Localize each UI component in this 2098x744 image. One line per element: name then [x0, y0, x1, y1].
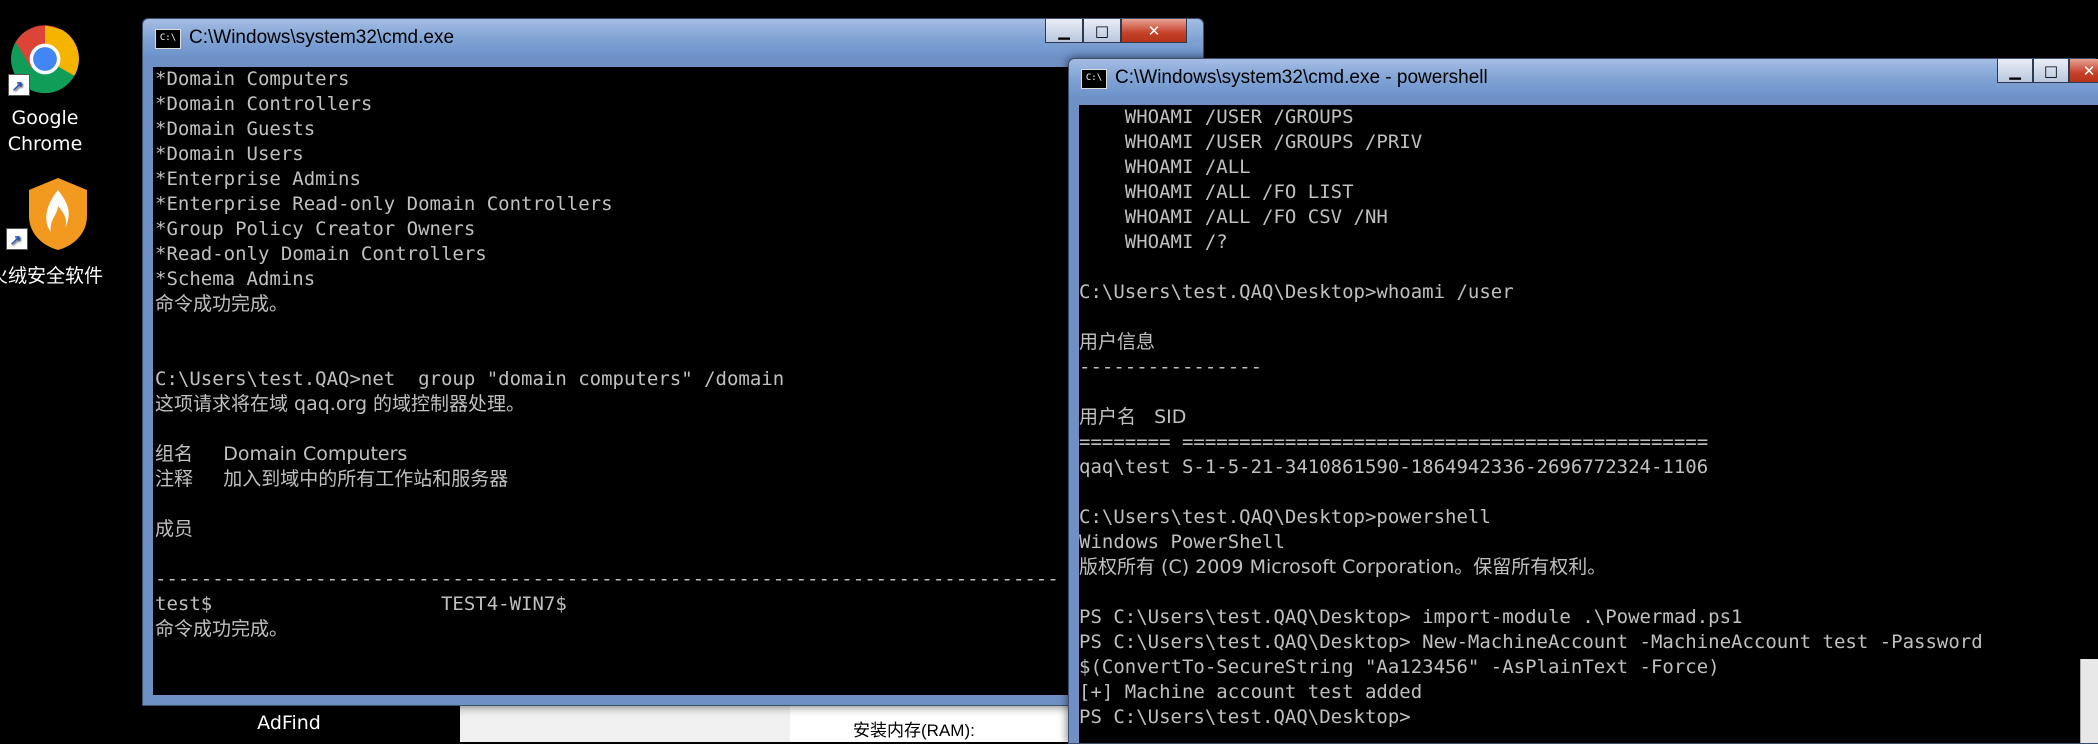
console-line: 组名 Domain Computers	[155, 443, 408, 465]
powershell-window-titlebar[interactable]: C:\ C:\Windows\system32\cmd.exe - powers…	[1069, 59, 2098, 97]
console-line: C:\Users\test.QAQ\Desktop>whoami /user	[1079, 281, 1514, 303]
console-line: qaq\test S-1-5-21-3410861590-1864942336-…	[1079, 456, 1709, 478]
console-line: *Schema Admins	[155, 268, 316, 290]
console-line: 用户信息	[1079, 331, 1156, 353]
console-app-icon: C:\	[1081, 69, 1107, 89]
console-line: PS C:\Users\test.QAQ\Desktop> New-Machin…	[1079, 631, 1983, 653]
desktop-icon-chrome-label-1: Google	[11, 107, 79, 129]
console-line: *Read-only Domain Controllers	[155, 243, 487, 265]
huorong-shield-icon	[29, 178, 87, 250]
cmd-minimize-button[interactable]: ▁	[1045, 19, 1083, 43]
shortcut-arrow-icon	[6, 227, 28, 253]
console-line: WHOAMI /?	[1079, 231, 1228, 253]
console-line: ======== ===============================…	[1079, 431, 1709, 453]
console-line: *Domain Controllers	[155, 93, 373, 115]
console-line: ----------------	[1079, 356, 1263, 378]
console-line: WHOAMI /USER /GROUPS /PRIV	[1079, 131, 1423, 153]
console-line: WHOAMI /USER /GROUPS	[1079, 106, 1354, 128]
console-line: *Enterprise Read-only Domain Controllers	[155, 193, 613, 215]
console-line: PS C:\Users\test.QAQ\Desktop>	[1079, 706, 1411, 728]
cmd-window-titlebar[interactable]: C:\ C:\Windows\system32\cmd.exe	[143, 19, 1203, 57]
powershell-console-output[interactable]: WHOAMI /USER /GROUPS WHOAMI /USER /GROUP…	[1079, 105, 2098, 743]
powershell-window[interactable]: C:\ C:\Windows\system32\cmd.exe - powers…	[1068, 58, 2098, 744]
powershell-window-title: C:\Windows\system32\cmd.exe - powershell	[1115, 67, 1488, 88]
background-window	[460, 700, 800, 742]
ps-close-button[interactable]: ✕	[2069, 59, 2098, 83]
cmd-console-output[interactable]: *Domain Computers *Domain Controllers *Dom…	[153, 67, 1203, 695]
console-line: 版权所有 (C) 2009 Microsoft Corporation。保留所有…	[1079, 556, 1607, 578]
cmd-window-title: C:\Windows\system32\cmd.exe	[189, 27, 455, 48]
console-line: 命令成功完成。	[155, 293, 289, 315]
desktop-icon-chrome[interactable]: Google Chrome	[0, 24, 90, 157]
console-line: *Group Policy Creator Owners	[155, 218, 476, 240]
console-line: Windows PowerShell	[1079, 531, 1285, 553]
console-line: C:\Users\test.QAQ\Desktop>powershell	[1079, 506, 1491, 528]
console-line: test$ TEST4-WIN7$	[155, 593, 567, 615]
console-line: $(ConvertTo-SecureString "Aa123456" -AsP…	[1079, 656, 1720, 678]
cmd-window-controls: ▁ □ ✕	[1045, 19, 1187, 45]
console-line: WHOAMI /ALL /FO LIST	[1079, 181, 1354, 203]
console-line: *Domain Guests	[155, 118, 316, 140]
ps-maximize-button[interactable]: □	[2033, 59, 2069, 83]
console-line: WHOAMI /ALL /FO CSV /NH	[1079, 206, 1388, 228]
cmd-window[interactable]: C:\ C:\Windows\system32\cmd.exe ▁ □ ✕ *D…	[142, 18, 1204, 706]
console-app-icon: C:\	[155, 29, 181, 49]
powershell-scrollbar[interactable]	[2080, 659, 2098, 743]
console-line: 成员	[155, 518, 194, 540]
console-line: *Domain Computers	[155, 68, 350, 90]
console-line: 这项请求将在域 qaq.org 的域控制器处理。	[155, 393, 526, 415]
desktop-icon-adfind-label: AdFind	[257, 712, 321, 734]
desktop-icon-adfind[interactable]: AdFind	[244, 710, 334, 736]
powershell-window-controls: ▁ □ ✕	[1997, 59, 2098, 85]
ps-minimize-button[interactable]: ▁	[1997, 59, 2033, 83]
shortcut-arrow-icon	[8, 73, 30, 99]
console-line: 用户名 SID	[1079, 406, 1187, 428]
console-line: ----------------------------------------…	[155, 568, 1059, 590]
desktop-icon-chrome-label-2: Chrome	[7, 133, 83, 155]
cmd-close-button[interactable]: ✕	[1121, 19, 1187, 43]
cmd-maximize-button[interactable]: □	[1083, 19, 1121, 43]
console-line: PS C:\Users\test.QAQ\Desktop> import-mod…	[1079, 606, 1743, 628]
desktop-icon-huorong-label: 火绒安全软件	[0, 265, 103, 287]
console-line: *Enterprise Admins	[155, 168, 361, 190]
desktop-icon-huorong[interactable]: 火绒安全软件	[0, 176, 108, 289]
console-line: *Domain Users	[155, 143, 304, 165]
console-line: [+] Machine account test added	[1079, 681, 1423, 703]
background-ram-label-2: 安装内存(RAM):	[853, 721, 975, 740]
console-line: WHOAMI /ALL	[1079, 156, 1251, 178]
console-line: C:\Users\test.QAQ>net group "domain comp…	[155, 368, 785, 390]
console-line: 命令成功完成。	[155, 618, 289, 640]
console-line: 注释 加入到域中的所有工作站和服务器	[155, 468, 509, 490]
